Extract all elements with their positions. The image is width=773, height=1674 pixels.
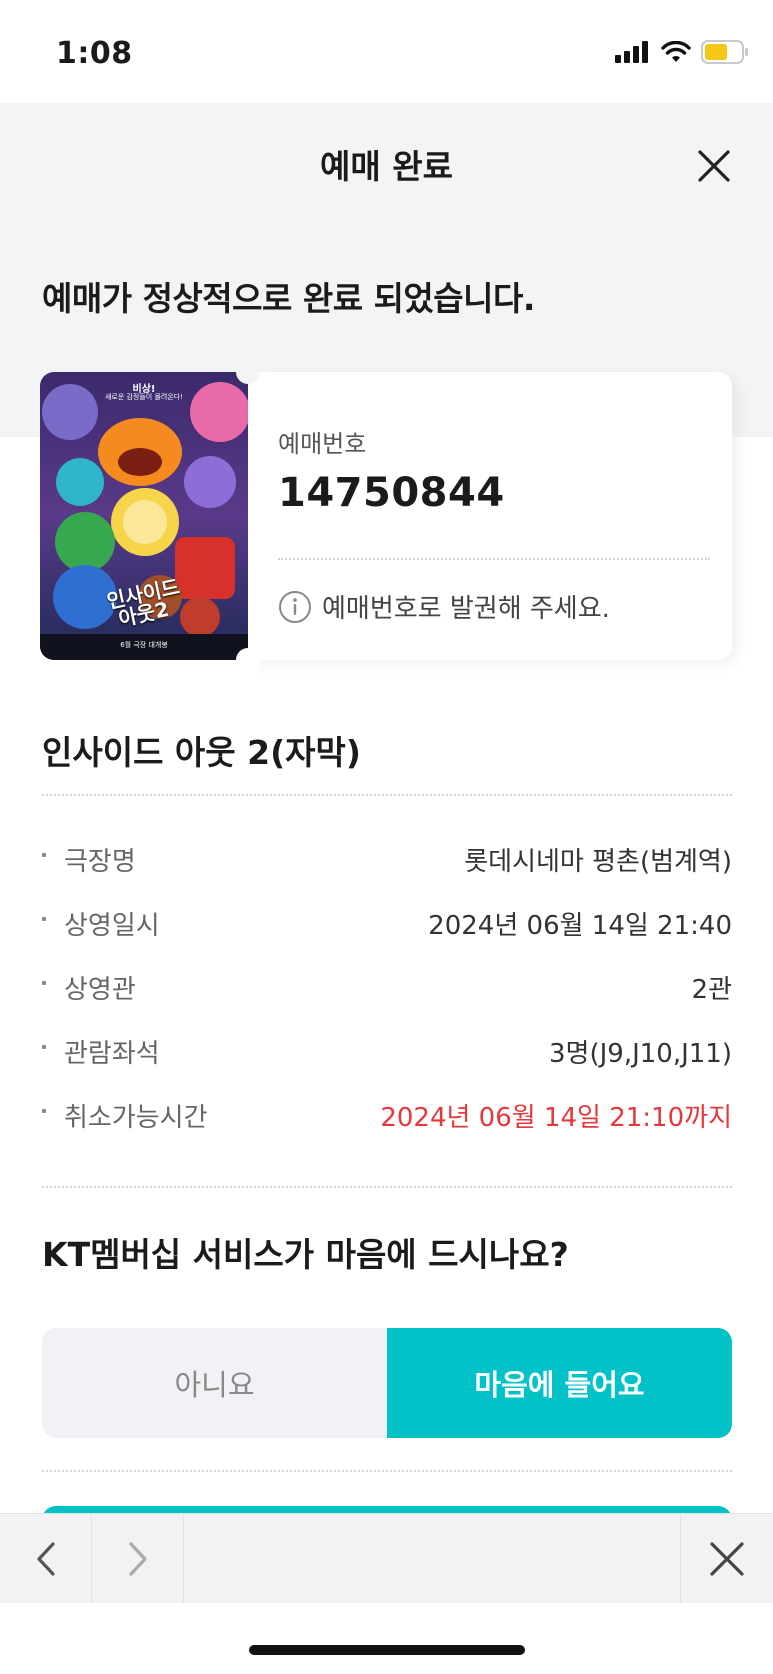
detail-label: 상영일시 (64, 911, 160, 941)
back-button[interactable] (0, 1514, 92, 1604)
bullet (42, 917, 46, 921)
chevron-left-icon (36, 1542, 55, 1576)
detail-row-showtime: 상영일시 2024년 06월 14일 21:40 (42, 901, 732, 941)
bullet (42, 1109, 46, 1113)
bullet (42, 1045, 46, 1049)
booking-number-label: 예매번호 (278, 430, 367, 458)
browser-toolbar (0, 1513, 773, 1604)
detail-row-theater: 극장명 롯데시네마 평촌(범계역) (42, 837, 732, 877)
completion-message: 예매가 정상적으로 완료 되었습니다. (42, 279, 535, 318)
survey-yes-button[interactable]: 마음에 들어요 (387, 1328, 732, 1438)
booking-number: 14750844 (278, 470, 505, 516)
close-icon (710, 1542, 744, 1576)
survey-no-button[interactable]: 아니요 (42, 1328, 387, 1438)
bullet (42, 981, 46, 985)
page-title: 예매 완료 (320, 147, 453, 186)
close-icon (698, 150, 730, 182)
detail-value: 2관 (691, 975, 732, 1005)
cellular-signal-icon (615, 41, 648, 63)
browser-close-button[interactable] (680, 1514, 773, 1604)
detail-value-highlight: 2024년 06월 14일 21:10까지 (380, 1103, 732, 1133)
wifi-icon (661, 41, 691, 62)
detail-row-screen: 상영관 2관 (42, 965, 732, 1005)
survey-question: KT멤버십 서비스가 마음에 드시나요? (42, 1235, 569, 1274)
ticket-card: 비상! 새로운 감정들이 몰려온다! 인사이드 아웃2 6월 극장 대개봉 예매… (40, 360, 732, 672)
detail-value: 롯데시네마 평촌(범계역) (464, 847, 732, 877)
ticket-divider (278, 558, 710, 560)
detail-label: 관람좌석 (64, 1039, 160, 1069)
detail-row-cancel-deadline: 취소가능시간 2024년 06월 14일 21:10까지 (42, 1093, 732, 1133)
home-indicator-area (0, 1603, 773, 1674)
movie-title: 인사이드 아웃 2(자막) (42, 733, 361, 772)
status-bar: 1:08 (0, 0, 773, 103)
movie-poster: 비상! 새로운 감정들이 몰려온다! 인사이드 아웃2 6월 극장 대개봉 (40, 372, 248, 660)
poster-release-text: 6월 극장 대개봉 (120, 641, 168, 649)
status-time: 1:08 (56, 36, 133, 71)
ticket-notice-text: 예매번호로 발권해 주세요. (322, 594, 610, 624)
detail-label: 취소가능시간 (64, 1103, 208, 1133)
chevron-right-icon (128, 1542, 147, 1576)
detail-value: 2024년 06월 14일 21:40 (428, 911, 732, 941)
bullet (42, 853, 46, 857)
close-button[interactable] (694, 146, 734, 186)
details-divider-top (42, 794, 732, 796)
ticket-info: 예매번호 14750844 예매번호로 발권해 주세요. (248, 372, 732, 660)
ticket-notice: 예매번호로 발권해 주세요. (278, 588, 610, 625)
battery-icon (701, 40, 748, 64)
forward-button[interactable] (92, 1514, 184, 1604)
home-indicator[interactable] (249, 1645, 525, 1655)
detail-value: 3명(J9,J10,J11) (549, 1039, 732, 1069)
info-icon (279, 590, 311, 623)
ticket-notch-top (236, 360, 260, 384)
status-icons (615, 40, 749, 64)
poster-sub-text: 새로운 감정들이 몰려온다! (104, 393, 184, 401)
detail-label: 극장명 (64, 847, 136, 877)
details-divider-bottom (42, 1186, 732, 1188)
survey-divider (42, 1470, 732, 1472)
ticket-notch-bottom (236, 648, 260, 672)
detail-label: 상영관 (64, 975, 136, 1005)
detail-row-seats: 관람좌석 3명(J9,J10,J11) (42, 1029, 732, 1069)
